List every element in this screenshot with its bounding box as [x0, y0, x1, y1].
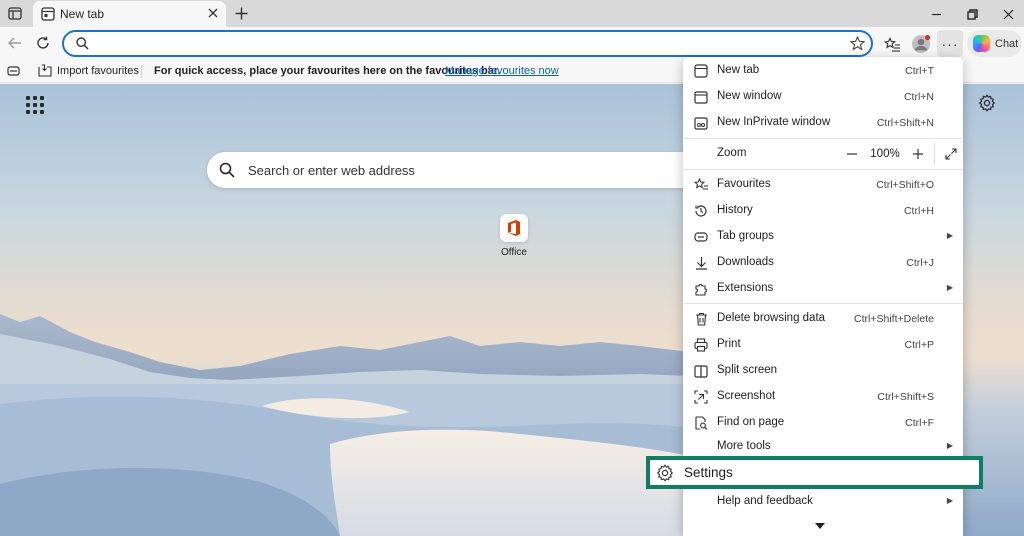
search-placeholder: Search or enter web address	[248, 163, 415, 178]
tab-groups-icon	[693, 229, 709, 245]
gear-icon	[978, 94, 996, 112]
browser-toolbar: ··· Chat	[0, 27, 1024, 60]
chevron-right-icon: ▶	[946, 496, 953, 505]
menu-item-zoom: Zoom 100%	[683, 141, 963, 166]
address-bar[interactable]	[62, 30, 873, 57]
more-dots-icon: ···	[941, 35, 959, 52]
minimize-icon	[931, 13, 941, 15]
new-window-icon	[693, 89, 709, 105]
avatar-icon	[912, 34, 931, 53]
refresh-button[interactable]	[34, 34, 52, 52]
close-window-button[interactable]	[1000, 6, 1016, 22]
zoom-divider	[934, 142, 935, 165]
menu-item-help-and-feedback[interactable]: Help and feedback ▶	[683, 489, 963, 514]
chat-label: Chat	[995, 37, 1019, 50]
menu-item-tab-groups[interactable]: Tab groups ▶	[683, 224, 963, 249]
tab-new-tab[interactable]: New tab	[33, 1, 226, 27]
menu-scroll-down-icon[interactable]	[815, 523, 825, 529]
manage-favourites-link[interactable]: Manage favourites now	[445, 65, 559, 77]
split-screen-icon	[693, 363, 709, 379]
extensions-icon	[693, 281, 709, 297]
minimize-button[interactable]	[928, 6, 944, 22]
menu-item-history[interactable]: History Ctrl+H	[683, 198, 963, 223]
favourites-bar-icon[interactable]	[7, 65, 20, 77]
quick-link-tile[interactable]: Office	[494, 214, 534, 258]
restore-button[interactable]	[964, 6, 980, 22]
screenshot-icon	[693, 389, 709, 405]
favourites-list-icon	[883, 36, 900, 52]
star-icon[interactable]	[850, 36, 865, 51]
print-icon	[693, 337, 709, 353]
tab-actions-button[interactable]	[6, 5, 24, 21]
close-icon	[208, 8, 218, 18]
page-settings-button[interactable]	[978, 94, 996, 115]
trash-icon	[693, 311, 709, 327]
search-icon	[76, 37, 89, 50]
tab-actions-icon	[8, 6, 22, 20]
title-bar: New tab	[0, 0, 1024, 27]
menu-item-favourites[interactable]: Favourites Ctrl+Shift+O	[683, 172, 963, 197]
menu-item-split-screen[interactable]: Split screen	[683, 358, 963, 383]
zoom-in-button[interactable]	[906, 142, 930, 166]
find-icon	[693, 415, 709, 431]
import-favourites-label: Import favourites	[57, 64, 139, 77]
new-tab-button[interactable]	[232, 4, 250, 22]
favbar-divider	[141, 65, 142, 78]
close-window-icon	[1003, 9, 1013, 19]
menu-item-downloads[interactable]: Downloads Ctrl+J	[683, 250, 963, 275]
office-icon	[500, 214, 528, 242]
download-icon	[693, 255, 709, 271]
arrow-left-icon	[8, 37, 21, 49]
tab-title: New tab	[60, 7, 105, 21]
import-favourites-button[interactable]: Import favourites	[38, 64, 139, 77]
address-input[interactable]	[98, 35, 838, 53]
back-button[interactable]	[6, 34, 24, 52]
profile-button[interactable]	[911, 34, 931, 54]
apps-launcher-button[interactable]	[26, 96, 44, 114]
menu-item-new-inprivate-window[interactable]: New InPrivate window Ctrl+Shift+N	[683, 110, 963, 135]
menu-item-extensions[interactable]: Extensions ▶	[683, 276, 963, 301]
web-search-box[interactable]: Search or enter web address	[207, 152, 707, 188]
history-icon	[693, 203, 709, 219]
zoom-out-button[interactable]	[840, 142, 864, 166]
refresh-icon	[37, 36, 49, 49]
menu-divider	[683, 303, 963, 304]
menu-item-print[interactable]: Print Ctrl+P	[683, 332, 963, 357]
copilot-chat-button[interactable]: Chat	[967, 30, 1022, 57]
chevron-right-icon: ▶	[946, 283, 953, 292]
settings-icon	[656, 464, 674, 485]
inprivate-icon	[693, 115, 709, 131]
new-tab-favicon-icon	[41, 7, 55, 21]
menu-item-screenshot[interactable]: Screenshot Ctrl+Shift+S	[683, 384, 963, 409]
restore-icon	[966, 8, 978, 20]
close-tab-button[interactable]	[206, 6, 220, 20]
favourites-icon	[693, 177, 709, 193]
copilot-icon	[973, 35, 990, 52]
plus-icon	[235, 7, 247, 19]
zoom-level: 100%	[870, 147, 900, 160]
menu-item-delete-browsing-data[interactable]: Delete browsing data Ctrl+Shift+Delete	[683, 306, 963, 331]
import-icon	[38, 64, 52, 77]
chevron-right-icon: ▶	[946, 441, 953, 450]
settings-and-more-button[interactable]: ···	[937, 30, 963, 57]
menu-item-find-on-page[interactable]: Find on page Ctrl+F	[683, 410, 963, 435]
tile-label: Office	[501, 247, 527, 258]
expand-icon	[945, 147, 957, 160]
menu-divider	[683, 169, 963, 170]
menu-divider	[683, 138, 963, 139]
menu-item-new-window[interactable]: New window Ctrl+N	[683, 84, 963, 109]
menu-item-new-tab[interactable]: New tab Ctrl+T	[683, 58, 963, 83]
menu-item-settings[interactable]: Settings	[646, 456, 983, 489]
zoom-controls: 100%	[840, 141, 963, 166]
chevron-right-icon: ▶	[946, 231, 953, 240]
full-screen-button[interactable]	[939, 142, 963, 166]
favourites-button[interactable]	[882, 34, 902, 54]
new-tab-icon	[693, 63, 709, 79]
minus-icon	[847, 152, 857, 155]
search-icon	[219, 162, 235, 178]
plus-icon	[913, 148, 923, 159]
